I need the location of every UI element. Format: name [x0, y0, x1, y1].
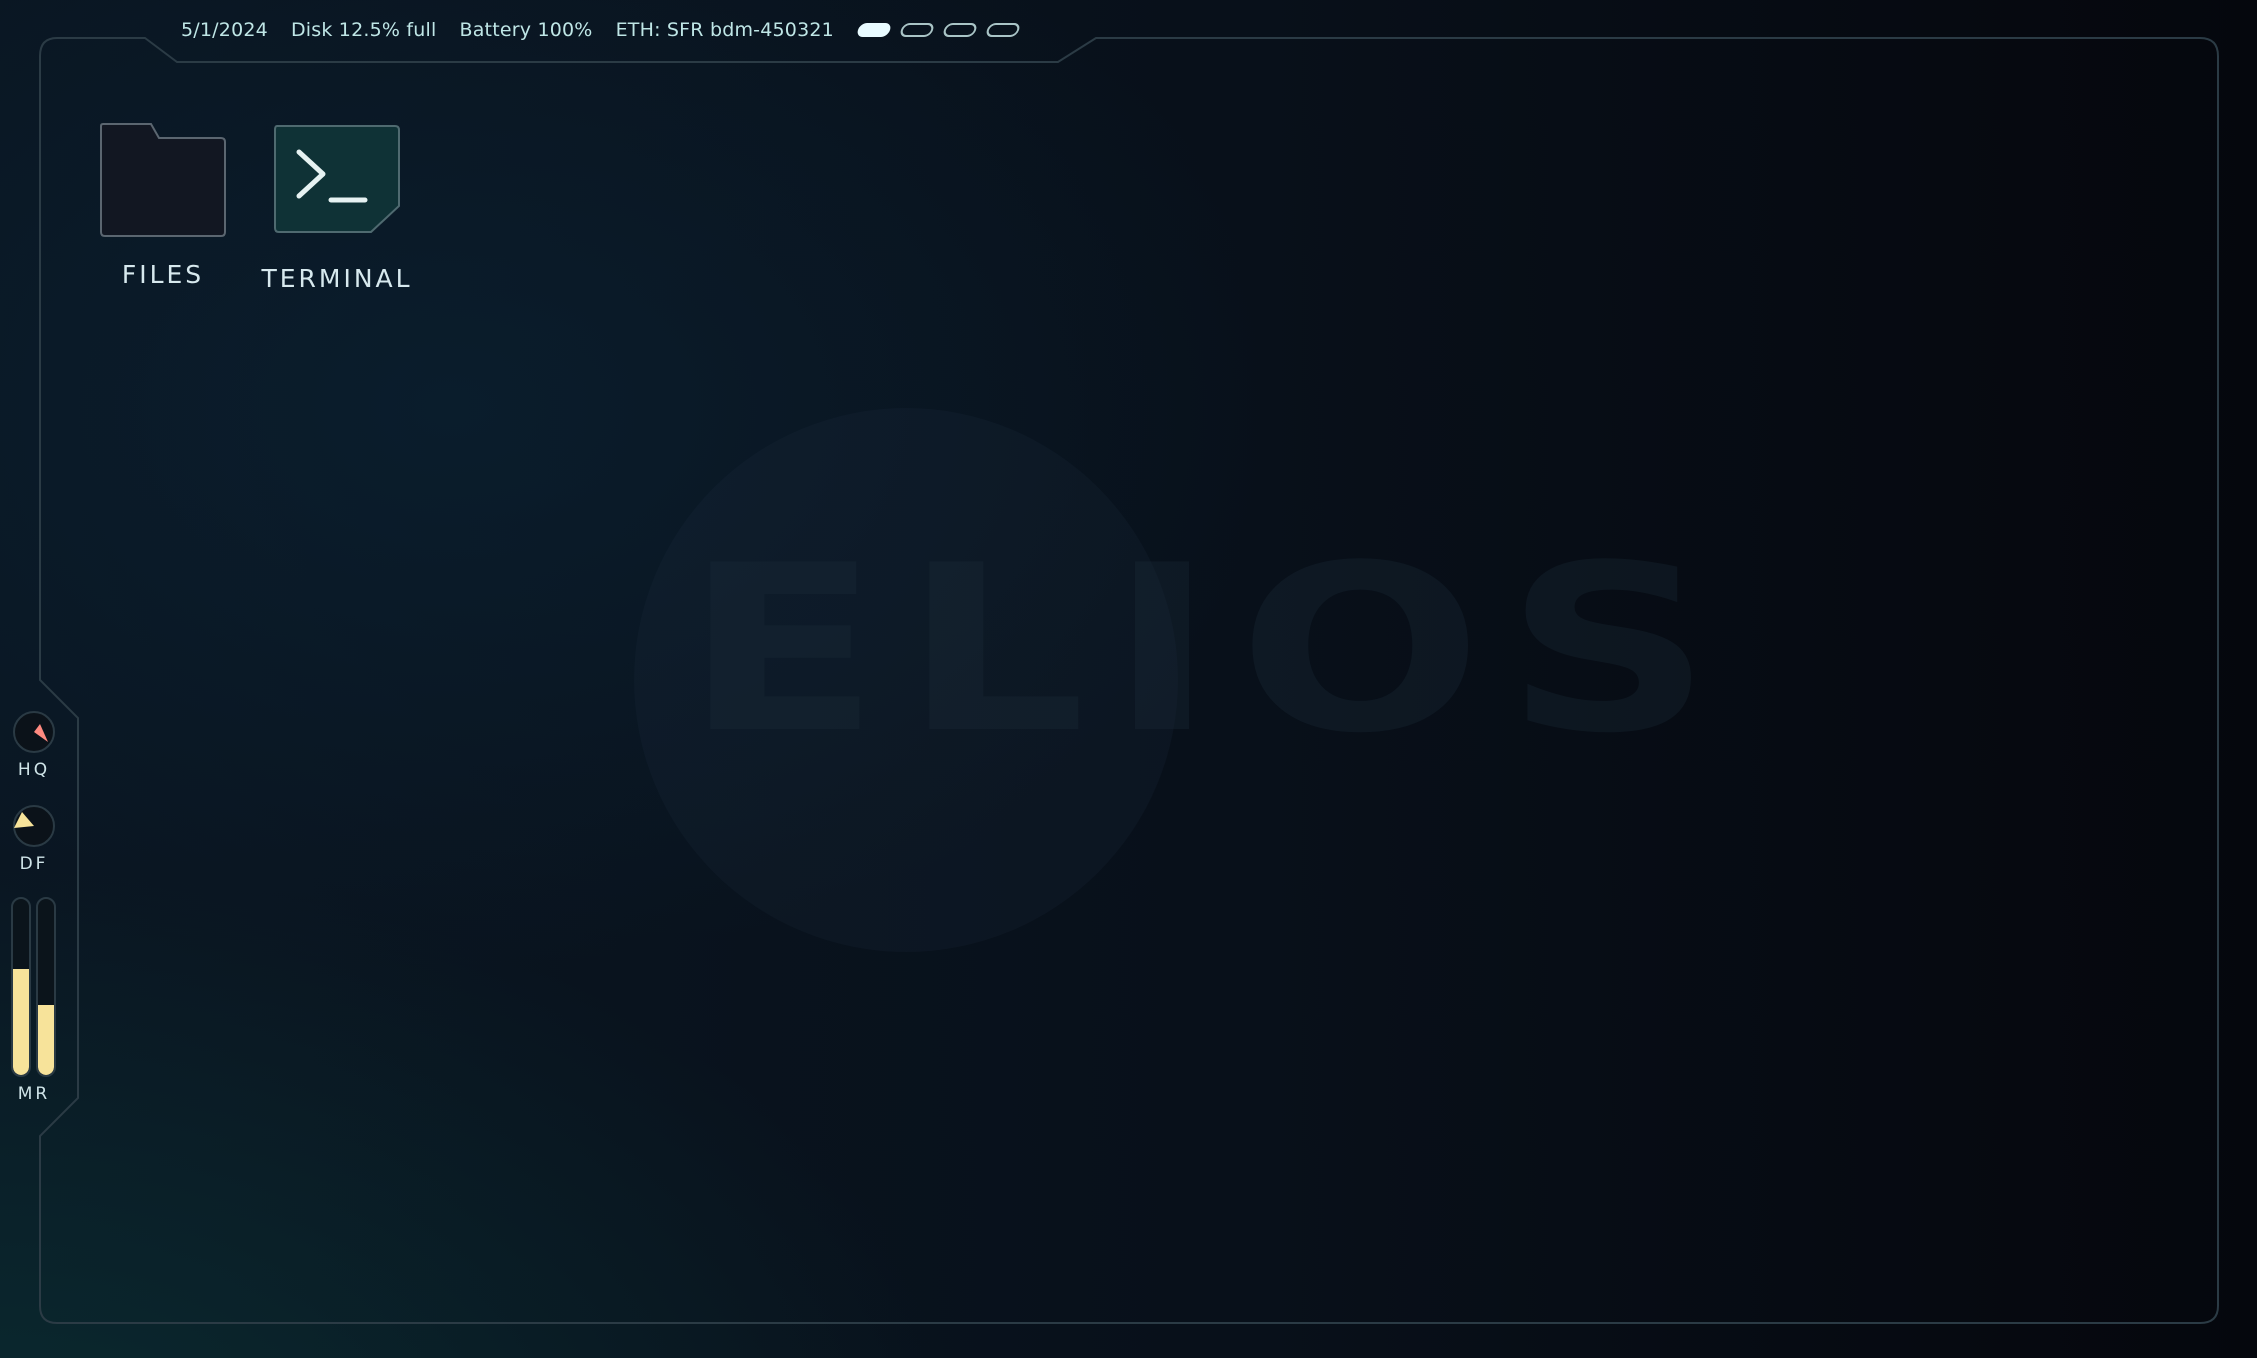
desktop: ELIOS 5/1/2024 Disk 12.5% full Battery 1… [0, 0, 2257, 1358]
watermark-text: ELIOS [684, 517, 1735, 784]
workspace-1-button[interactable] [855, 23, 893, 37]
status-bar: 5/1/2024 Disk 12.5% full Battery 100% ET… [181, 15, 1022, 45]
files-desktop-icon[interactable]: FILES [78, 120, 248, 289]
files-label: FILES [121, 260, 205, 289]
meter-fill-1 [13, 969, 29, 1075]
mr-label: MR [17, 1084, 51, 1104]
system-monitor-panel: HQ DF MR [6, 710, 62, 1110]
hq-label: HQ [17, 760, 51, 780]
status-date: 5/1/2024 [181, 19, 268, 41]
workspace-switcher [855, 23, 1022, 37]
terminal-desktop-icon[interactable]: TERMINAL [252, 124, 422, 293]
workspace-2-button[interactable] [898, 23, 936, 37]
df-label: DF [19, 854, 49, 874]
df-gauge-icon [13, 805, 55, 847]
status-disk: Disk 12.5% full [290, 19, 437, 41]
terminal-label: TERMINAL [261, 264, 413, 293]
workspace-4-button[interactable] [984, 23, 1022, 37]
meter-fill-2 [38, 1004, 54, 1075]
meter-bar-2 [36, 897, 56, 1077]
terminal-icon [273, 124, 401, 242]
status-battery: Battery 100% [459, 19, 593, 41]
status-network: ETH: SFR bdm-450321 [615, 19, 834, 41]
os-watermark-logo: ELIOS [634, 408, 1712, 958]
folder-icon [99, 120, 227, 238]
workspace-3-button[interactable] [941, 23, 979, 37]
hq-gauge-icon [13, 711, 55, 753]
watermark-circle [634, 408, 1178, 952]
meter-bar-1 [11, 897, 31, 1077]
